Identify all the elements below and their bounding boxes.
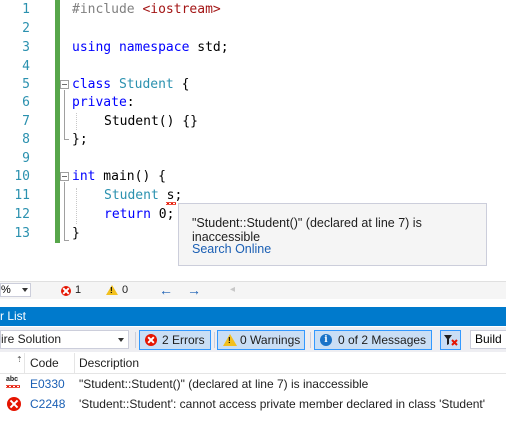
chevron-down-icon (22, 288, 28, 292)
toolbar-separator (310, 332, 311, 348)
error-code-link[interactable]: C2248 (30, 394, 65, 414)
indent-guide (76, 113, 77, 130)
indent-guide (76, 188, 77, 224)
column-header-code[interactable]: Code (30, 353, 59, 373)
tooltip-message: "Student::Student()" (declared at line 7… (192, 216, 422, 244)
line-number: 3 (22, 40, 30, 55)
code-line-1: #include <iostream> (72, 2, 221, 17)
column-divider[interactable] (74, 353, 75, 373)
error-list-header: ⇡ Code Description (0, 353, 506, 374)
error-list-title-bar[interactable]: r List (0, 307, 506, 326)
warning-icon[interactable]: ! (106, 285, 118, 295)
fold-outline (64, 90, 65, 140)
error-icon (7, 397, 21, 411)
navigate-back-arrow-icon[interactable]: ← (159, 282, 173, 298)
line-number: 11 (14, 188, 30, 203)
line-number: 7 (22, 114, 30, 129)
line-number: 13 (14, 226, 30, 241)
column-header-description[interactable]: Description (79, 353, 139, 373)
warnings-filter-button[interactable]: ! 0 Warnings (217, 330, 305, 350)
fold-outline-end (64, 240, 69, 241)
messages-filter-button[interactable]: i 0 of 2 Messages (314, 330, 432, 350)
code-line-13: } (72, 226, 80, 241)
chevron-down-icon (118, 338, 124, 342)
scope-value: ire Solution (1, 332, 62, 346)
line-number: 9 (22, 151, 30, 166)
fold-collapse-icon[interactable] (60, 172, 69, 181)
code-line-5: class Student { (72, 77, 190, 92)
editor-status-bar: % 1 ! 0 ← → ◂ (0, 281, 506, 299)
intellisense-error-icon: abc (6, 376, 22, 391)
error-description: "Student::Student()" (declared at line 7… (79, 377, 369, 391)
panel-title: r List (0, 309, 27, 323)
line-number: 6 (22, 95, 30, 110)
line-number: 2 (22, 21, 30, 36)
errors-filter-button[interactable]: 2 Errors (139, 330, 211, 350)
fold-outline-end (64, 139, 69, 140)
fold-collapse-icon[interactable] (60, 80, 69, 89)
zoom-value: % (1, 284, 11, 296)
code-line-6: private: (72, 95, 135, 110)
line-number: 10 (14, 169, 30, 184)
code-line-7: Student() {} (104, 114, 198, 129)
navigate-forward-arrow-icon[interactable]: → (187, 282, 201, 298)
scope-dropdown[interactable]: ire Solution (0, 330, 129, 349)
line-number: 8 (22, 132, 30, 147)
toolbar-separator (135, 332, 136, 348)
filter-icon (444, 335, 458, 346)
filter-toggle-button[interactable] (440, 330, 461, 350)
warning-count[interactable]: 0 (122, 283, 128, 298)
error-icon[interactable] (61, 286, 71, 296)
search-online-link[interactable]: Search Online (192, 242, 271, 256)
zoom-dropdown[interactable]: % (0, 283, 31, 297)
error-description: 'Student::Student': cannot access privat… (79, 397, 486, 411)
error-icon (145, 334, 157, 346)
info-icon: i (320, 334, 332, 346)
build-intellisense-dropdown[interactable]: Build (470, 330, 506, 349)
code-line-10: int main() { (72, 169, 166, 184)
table-row[interactable]: C2248 'Student::Student': cannot access … (0, 394, 506, 414)
fold-outline (64, 182, 65, 241)
code-line-12: return 0; (104, 207, 175, 222)
line-number: 5 (22, 77, 30, 92)
toolbar-separator (214, 332, 215, 348)
table-row[interactable]: abc E0330 "Student::Student()" (declared… (0, 374, 506, 394)
quick-info-tooltip: "Student::Student()" (declared at line 7… (178, 203, 487, 266)
line-number: 4 (22, 59, 30, 74)
column-divider[interactable] (24, 353, 25, 373)
error-count[interactable]: 1 (75, 283, 81, 298)
line-number: 1 (22, 2, 30, 17)
line-number: 12 (14, 207, 30, 222)
error-list-toolbar: ire Solution 2 Errors ! 0 Warnings i 0 o… (0, 327, 506, 352)
code-line-3: using namespace std; (72, 40, 229, 55)
error-code-link[interactable]: E0330 (30, 374, 65, 394)
warning-icon: ! (223, 334, 237, 346)
scroll-left-icon[interactable]: ◂ (230, 282, 235, 298)
code-line-8: }; (72, 132, 88, 147)
sort-icon[interactable]: ⇡ (16, 353, 23, 367)
